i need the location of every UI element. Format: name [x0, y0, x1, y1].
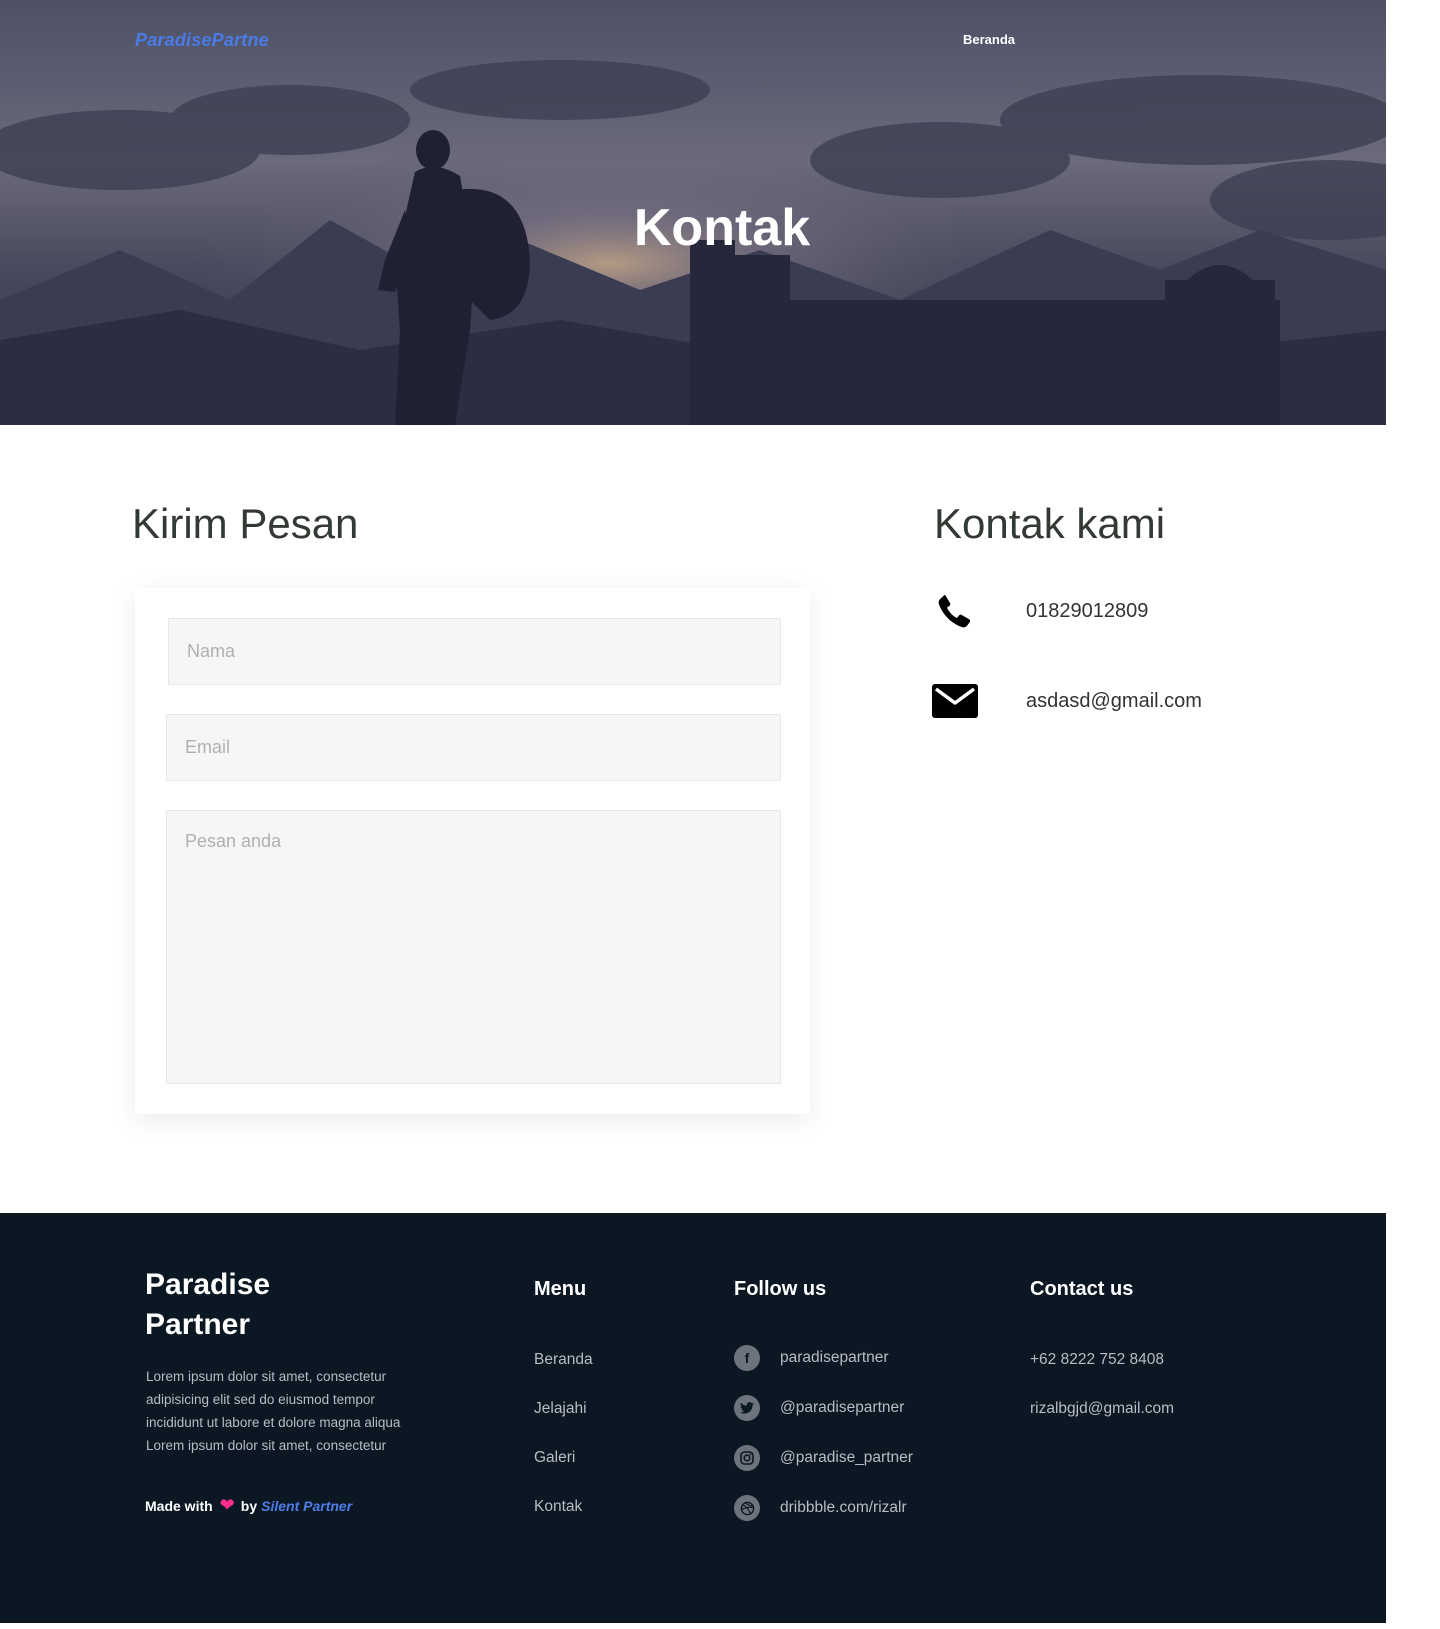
facebook-icon: f [734, 1345, 760, 1371]
phone-contact: 01829012809 [930, 586, 1148, 636]
footer-link-jelajahi[interactable]: Jelajahi [534, 1400, 587, 1418]
email-input[interactable] [166, 714, 781, 781]
footer-contact-title: Contact us [1030, 1278, 1134, 1300]
social-twitter[interactable]: @paradisepartner [734, 1395, 904, 1421]
social-instagram-text: @paradise_partner [780, 1449, 913, 1466]
author-link[interactable]: Silent Partner [261, 1498, 352, 1514]
twitter-icon [734, 1395, 760, 1421]
email-contact: asdasd@gmail.com [930, 676, 1202, 726]
name-input[interactable] [168, 618, 781, 685]
social-instagram[interactable]: @paradise_partner [734, 1445, 913, 1471]
social-facebook[interactable]: f paradisepartner [734, 1345, 889, 1371]
hero-title: Kontak [633, 199, 811, 257]
made-with-credit: Made with ❤ by Silent Partner [145, 1495, 352, 1516]
dribbble-icon [734, 1495, 760, 1521]
hero-banner: ParadisePartne Beranda Kontak [0, 0, 1386, 425]
nav-link-beranda[interactable]: Beranda [963, 32, 1015, 47]
brand-logo[interactable]: ParadisePartne [135, 30, 269, 51]
made-with-label: Made with [145, 1497, 213, 1514]
mail-icon [930, 676, 980, 726]
heart-icon: ❤ [219, 1495, 235, 1515]
phone-number: 01829012809 [1026, 599, 1149, 622]
footer-link-kontak[interactable]: Kontak [534, 1498, 582, 1516]
social-facebook-text: paradisepartner [780, 1349, 889, 1366]
footer-contact-email[interactable]: rizalbgjd@gmail.com [1030, 1400, 1174, 1418]
footer: Paradise Partner Lorem ipsum dolor sit a… [0, 1213, 1386, 1623]
social-dribbble[interactable]: dribbble.com/rizalr [734, 1495, 907, 1521]
message-textarea[interactable] [166, 810, 781, 1084]
footer-link-galeri[interactable]: Galeri [534, 1449, 575, 1467]
phone-icon [930, 586, 980, 636]
footer-follow-title: Follow us [734, 1278, 827, 1300]
footer-description: Lorem ipsum dolor sit amet, consectetur … [146, 1369, 401, 1453]
instagram-icon [734, 1445, 760, 1471]
social-dribbble-text: dribbble.com/rizalr [780, 1499, 907, 1516]
footer-link-beranda[interactable]: Beranda [534, 1351, 593, 1369]
footer-menu-title: Menu [534, 1278, 587, 1300]
contact-form [135, 588, 810, 1114]
social-twitter-text: @paradisepartner [780, 1399, 905, 1416]
by-label: by [240, 1497, 258, 1514]
email-address: asdasd@gmail.com [1026, 689, 1202, 712]
contact-us-heading: Kontak kami [934, 500, 1166, 547]
footer-contact-phone: +62 8222 752 8408 [1030, 1351, 1165, 1368]
footer-brand: Paradise Partner [145, 1268, 271, 1341]
send-message-heading: Kirim Pesan [132, 500, 359, 547]
